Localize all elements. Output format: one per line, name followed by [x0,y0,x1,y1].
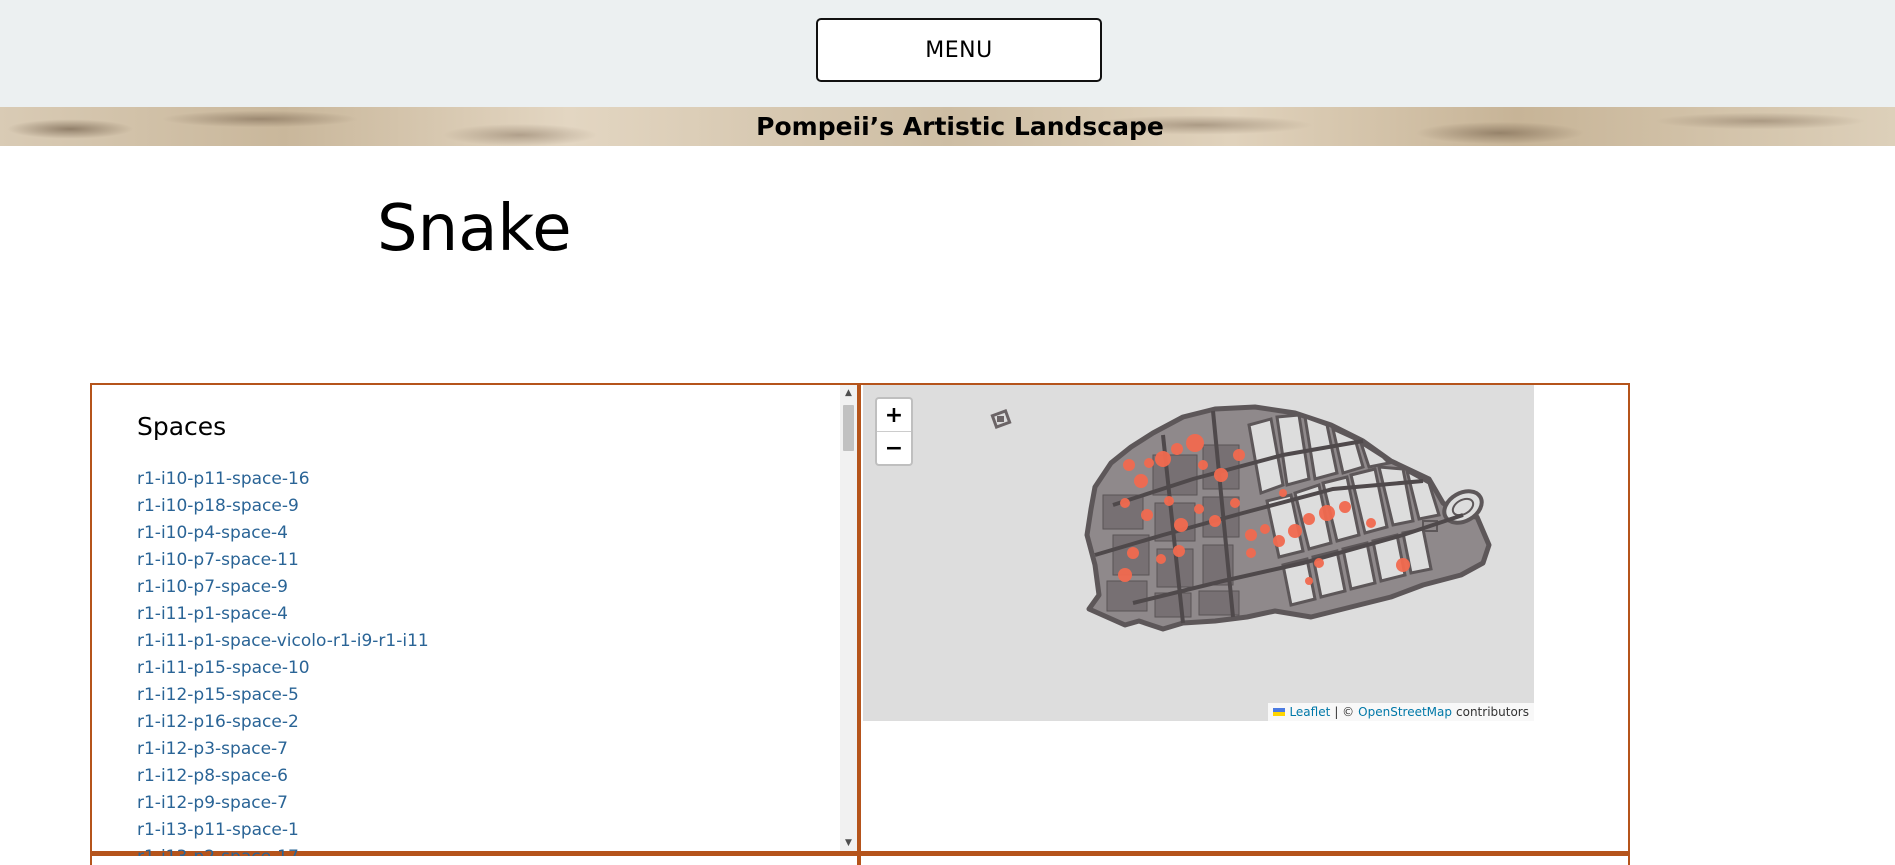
zoom-out-button[interactable]: − [877,431,911,464]
space-link[interactable]: r1-i11-p1-space-4 [137,601,827,628]
space-link[interactable]: r1-i12-p16-space-2 [137,709,827,736]
space-link[interactable]: r1-i11-p15-space-10 [137,655,827,682]
space-link[interactable]: r1-i12-p8-space-6 [137,763,827,790]
space-link[interactable]: r1-i13-p2-space-17 [137,844,827,856]
scroll-up-arrow-icon[interactable]: ▲ [840,385,857,401]
space-link[interactable]: r1-i10-p7-space-11 [137,547,827,574]
spaces-heading: Spaces [137,412,227,441]
next-panel-border-right [1628,856,1630,865]
attribution-separator: | © [1334,705,1355,719]
scroll-thumb[interactable] [843,405,854,451]
space-link[interactable]: r1-i10-p11-space-16 [137,466,827,493]
zoom-control: + − [875,397,913,466]
pompeii-city-plan [990,404,1492,632]
space-link[interactable]: r1-i12-p15-space-5 [137,682,827,709]
space-link[interactable]: r1-i11-p1-space-vicolo-r1-i9-r1-i11 [137,628,827,655]
space-link[interactable]: r1-i10-p4-space-4 [137,520,827,547]
zoom-in-button[interactable]: + [877,399,911,431]
space-link[interactable]: r1-i12-p3-space-7 [137,736,827,763]
space-link[interactable]: r1-i10-p18-space-9 [137,493,827,520]
site-title[interactable]: Pompeii’s Artistic Landscape [0,107,1895,146]
scroll-down-arrow-icon[interactable]: ▼ [840,835,857,851]
top-bar: MENU [0,0,1895,107]
pompeii-map[interactable]: + − Leaflet | © OpenStreetMap contributo… [863,385,1534,721]
space-link[interactable]: r1-i10-p7-space-9 [137,574,827,601]
spaces-list: r1-i10-p11-space-16 r1-i10-p18-space-9 r… [137,466,827,856]
map-attribution: Leaflet | © OpenStreetMap contributors [1268,703,1534,721]
ukraine-flag-icon [1273,708,1286,716]
next-panel-border-left [90,856,92,865]
space-link[interactable]: r1-i12-p9-space-7 [137,790,827,817]
space-link[interactable]: r1-i13-p11-space-1 [137,817,827,844]
outlying-building [990,409,1012,429]
next-panel-border-middle [857,856,861,865]
openstreetmap-link[interactable]: OpenStreetMap [1358,703,1452,721]
spaces-scrollbar[interactable]: ▲ ▼ [840,385,857,851]
page-title: Snake [377,192,572,266]
menu-button[interactable]: MENU [816,18,1102,82]
attribution-suffix: contributors [1456,705,1529,719]
leaflet-link[interactable]: Leaflet [1289,703,1330,721]
